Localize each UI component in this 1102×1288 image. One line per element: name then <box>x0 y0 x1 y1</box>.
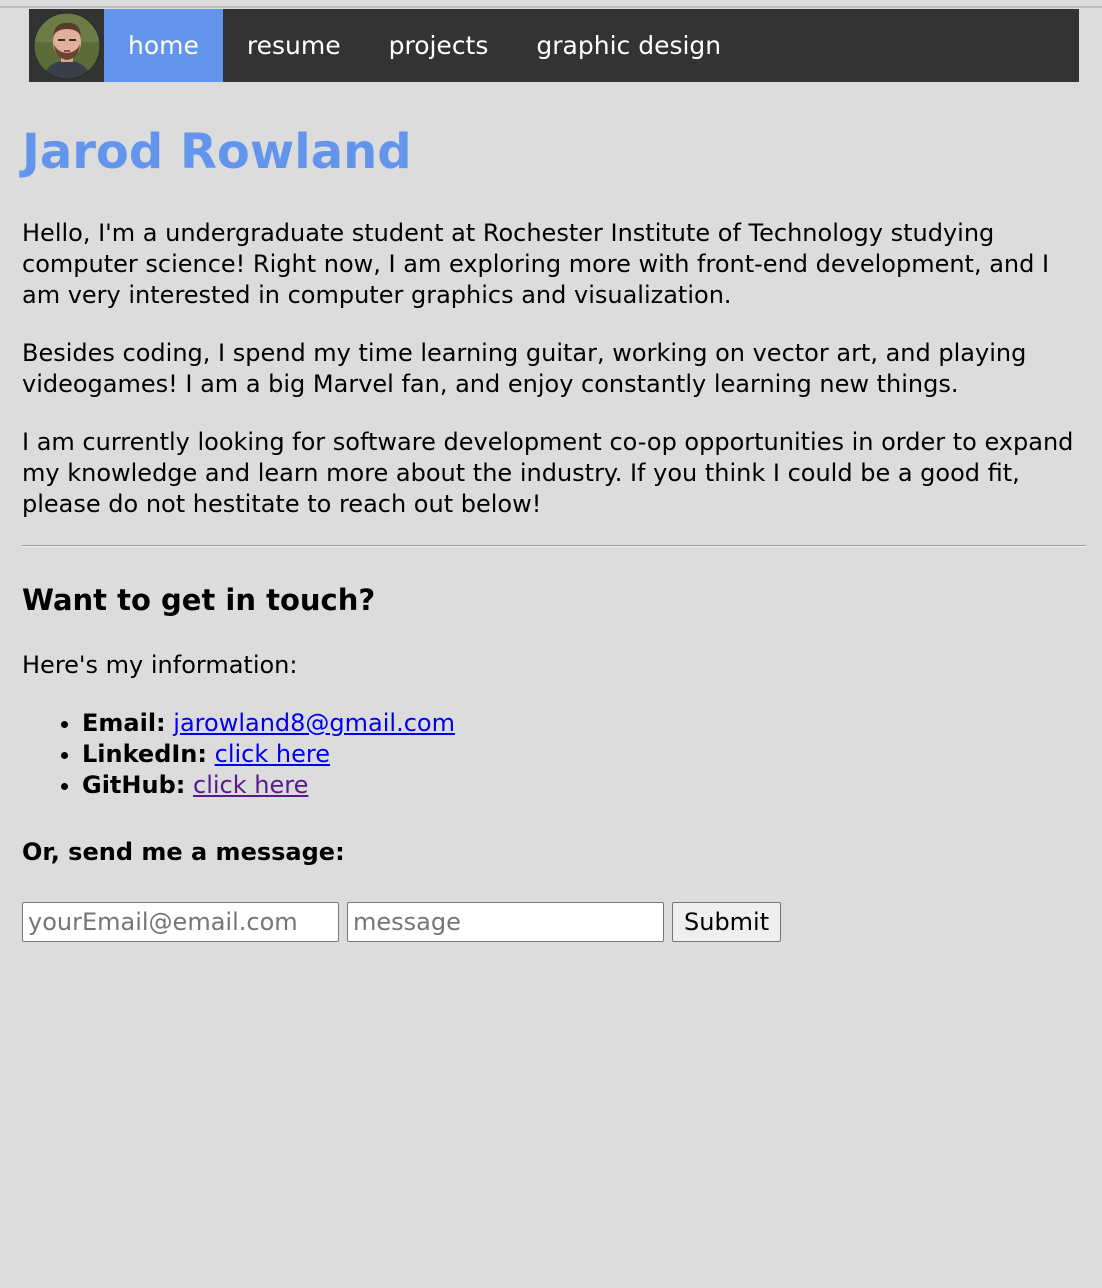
contact-intro: Here's my information: <box>22 651 298 679</box>
github-link[interactable]: click here <box>193 771 308 799</box>
nav-item-graphic-design[interactable]: graphic design <box>512 9 745 82</box>
avatar[interactable] <box>29 9 104 82</box>
page-title: Jarod Rowland <box>22 124 412 180</box>
nav-item-resume-label: resume <box>246 31 341 60</box>
linkedin-link[interactable]: click here <box>215 740 330 768</box>
contact-item-linkedin: LinkedIn: click here <box>82 739 455 770</box>
nav-item-home-label: home <box>128 31 199 60</box>
contact-item-email: Email: jarowland8@gmail.com <box>82 708 455 739</box>
top-border <box>0 6 1102 8</box>
avatar-portrait-icon <box>33 12 100 79</box>
message-heading: Or, send me a message: <box>22 838 345 866</box>
contact-list: Email: jarowland8@gmail.com LinkedIn: cl… <box>22 708 455 801</box>
message-field[interactable] <box>347 902 664 942</box>
nav-item-graphic-design-label: graphic design <box>536 31 722 60</box>
about-paragraph-2: Besides coding, I spend my time learning… <box>22 339 1027 398</box>
message-form: Submit <box>22 902 782 942</box>
nav-item-projects-label: projects <box>388 31 489 60</box>
about-paragraph-3: I am currently looking for software deve… <box>22 428 1074 518</box>
contact-heading: Want to get in touch? <box>22 583 376 617</box>
section-divider <box>22 545 1086 547</box>
contact-item-github-label: GitHub: <box>82 771 186 799</box>
nav-item-projects[interactable]: projects <box>365 9 513 82</box>
about-paragraph-1: Hello, I'm a undergraduate student at Ro… <box>22 219 1050 309</box>
email-link[interactable]: jarowland8@gmail.com <box>173 709 455 737</box>
nav-item-home[interactable]: home <box>104 9 223 82</box>
nav-item-resume[interactable]: resume <box>223 9 365 82</box>
contact-item-email-label: Email: <box>82 709 166 737</box>
navbar: home resume projects graphic design <box>29 9 1079 82</box>
contact-item-linkedin-label: LinkedIn: <box>82 740 207 768</box>
submit-button[interactable]: Submit <box>672 902 782 942</box>
contact-item-github: GitHub: click here <box>82 770 455 801</box>
email-field[interactable] <box>22 902 339 942</box>
